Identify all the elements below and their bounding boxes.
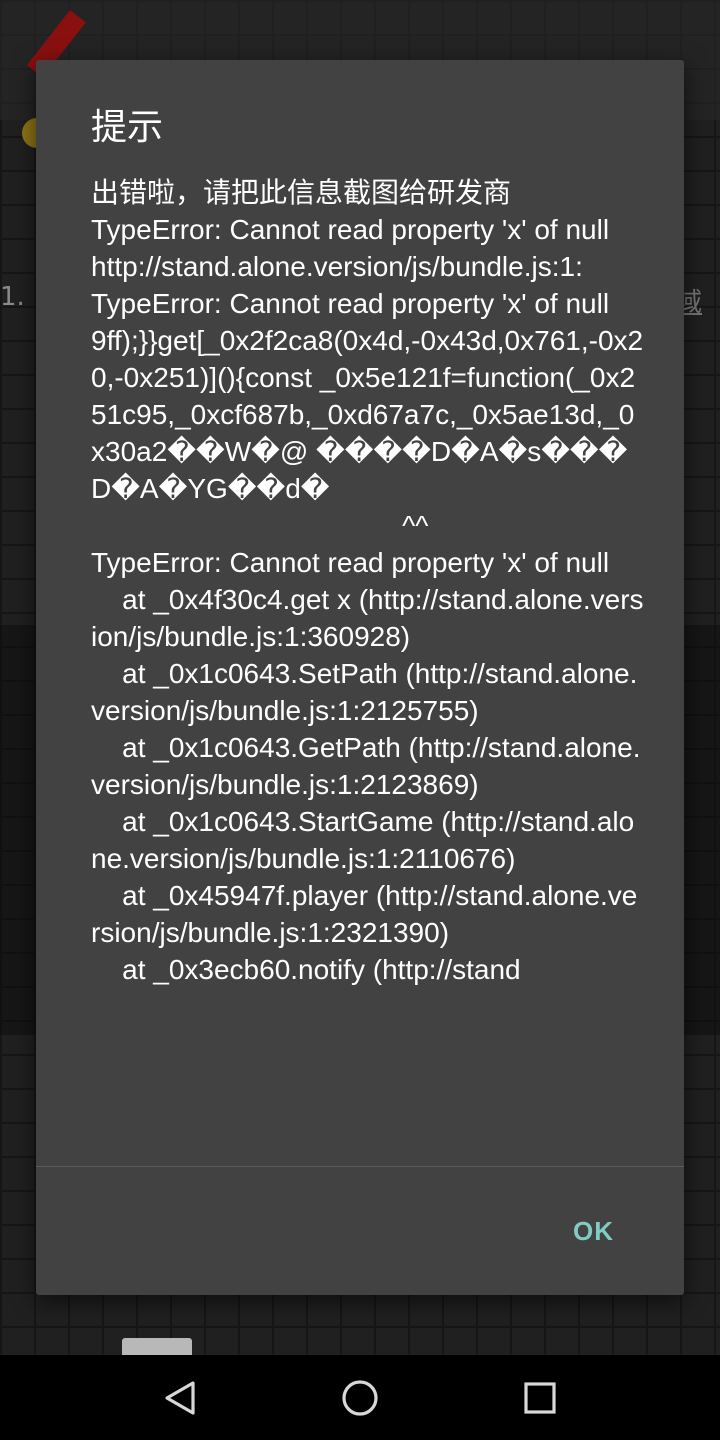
navigation-bar (0, 1355, 720, 1440)
background-number: 1. (0, 282, 25, 312)
home-circle-icon (342, 1379, 378, 1416)
error-dialog: 提示 出错啦，请把此信息截图给研发商 TypeError: Cannot rea… (36, 60, 684, 1295)
game-object-icon (122, 1338, 192, 1355)
home-button[interactable] (300, 1355, 420, 1440)
recents-square-icon (524, 1381, 556, 1414)
back-button[interactable] (120, 1355, 240, 1440)
dialog-scroll-area[interactable]: 出错啦，请把此信息截图给研发商 TypeError: Cannot read p… (36, 174, 684, 1166)
dialog-divider (36, 1166, 684, 1167)
app-screen: 1. 域 提示 出错啦，请把此信息截图给研发商 TypeError: Canno… (0, 0, 720, 1440)
back-triangle-icon (165, 1380, 195, 1415)
dialog-title: 提示 (91, 107, 164, 148)
dialog-message: 出错啦，请把此信息截图给研发商 TypeError: Cannot read p… (91, 177, 644, 985)
recents-button[interactable] (480, 1355, 600, 1440)
ok-button[interactable]: OK (565, 1210, 622, 1253)
